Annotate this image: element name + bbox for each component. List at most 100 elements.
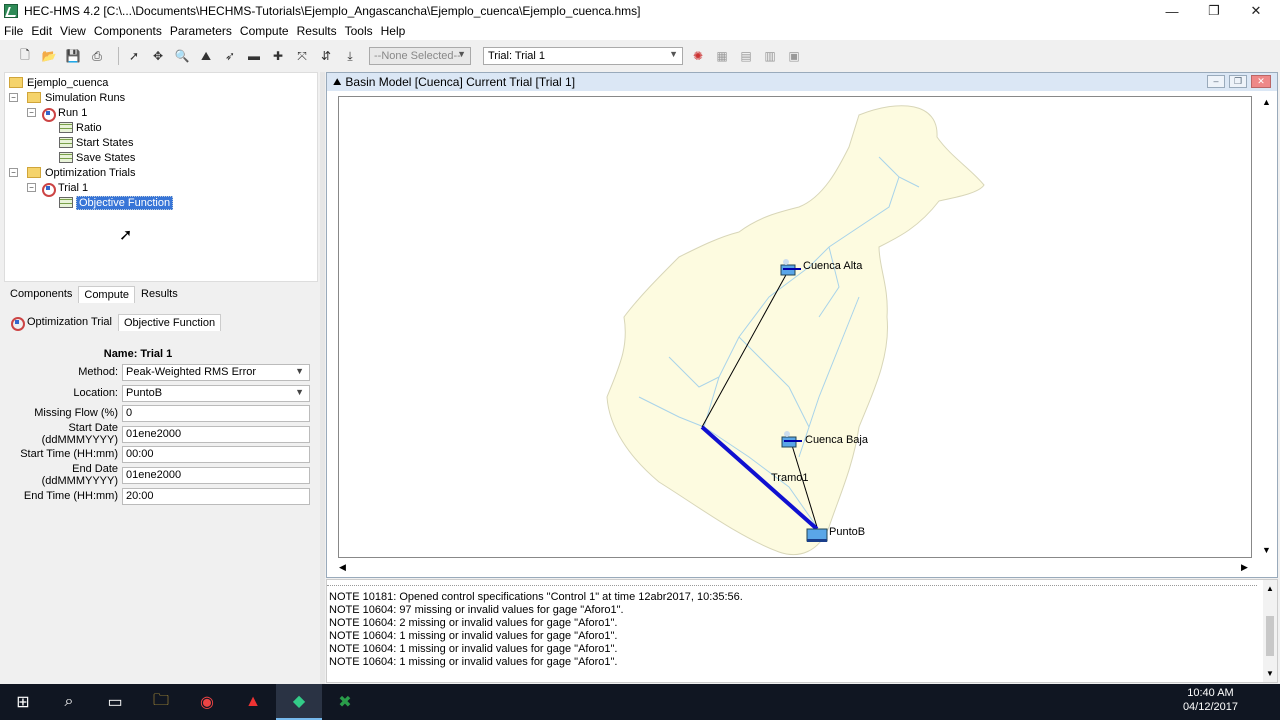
arrow-select-icon[interactable]: ➚: [125, 47, 143, 65]
pan-icon[interactable]: ✥: [149, 47, 167, 65]
start-time-field[interactable]: 00:00: [122, 445, 310, 463]
collapse-icon[interactable]: −: [27, 108, 36, 117]
tab-components[interactable]: Components: [4, 285, 78, 303]
menu-results[interactable]: Results: [293, 24, 341, 38]
tab-results[interactable]: Results: [135, 285, 184, 303]
tree-node-project[interactable]: Ejemplo_cuenca: [9, 75, 108, 90]
chrome-icon[interactable]: ◉: [184, 684, 230, 720]
log-scrollbar[interactable]: ▲ ▼: [1263, 580, 1277, 682]
title-bar: HEC-HMS 4.2 [C:\...\Documents\HECHMS-Tut…: [0, 0, 1280, 22]
scroll-up-icon[interactable]: ▲: [1262, 97, 1271, 107]
results-table-icon: ▥: [764, 49, 776, 63]
tab-compute[interactable]: Compute: [78, 285, 136, 303]
new-file-icon[interactable]: 🗋: [16, 47, 34, 65]
sink-tool-icon[interactable]: ⤓: [341, 47, 359, 65]
scroll-up-icon[interactable]: ▲: [1266, 584, 1274, 593]
reservoir-tool-icon[interactable]: ▬: [245, 47, 263, 65]
collapse-icon[interactable]: −: [27, 183, 36, 192]
trial-selector[interactable]: Trial: Trial 1 ▼: [483, 47, 683, 65]
scroll-thumb[interactable]: [1266, 616, 1274, 656]
menu-tools[interactable]: Tools: [341, 24, 377, 38]
pane-splitter[interactable]: [320, 72, 325, 684]
location-select[interactable]: PuntoB ▼: [122, 384, 310, 402]
scroll-down-icon[interactable]: ▼: [1266, 669, 1274, 678]
chevron-down-icon: ▼: [457, 49, 466, 59]
system-clock[interactable]: 10:40 AM 04/12/2017: [1183, 686, 1238, 714]
diversion-tool-icon[interactable]: ⤧: [293, 47, 311, 65]
reach-tool-icon[interactable]: ➶: [221, 47, 239, 65]
tree-label-trial1: Trial 1: [58, 181, 89, 194]
zoom-icon[interactable]: 🔍: [173, 47, 191, 65]
app-icon: [4, 4, 18, 18]
menu-compute[interactable]: Compute: [236, 24, 293, 38]
log-cut-line: [327, 580, 1257, 586]
tree-node-save-states[interactable]: Save States: [59, 150, 135, 165]
close-button[interactable]: ✕: [1236, 0, 1276, 22]
tab-objective-function[interactable]: Objective Function: [117, 313, 222, 331]
scroll-down-icon[interactable]: ▼: [1262, 545, 1271, 555]
collapse-icon[interactable]: −: [9, 168, 18, 177]
restore-button[interactable]: ❐: [1194, 0, 1234, 22]
tree-node-trial1[interactable]: Trial 1: [41, 180, 89, 197]
tree-node-objective-function[interactable]: Objective Function: [59, 195, 174, 210]
objective-function-editor: Name: Trial 1 Method: Peak-Weighted RMS …: [4, 334, 318, 684]
junction-tool-icon[interactable]: ✚: [269, 47, 287, 65]
compute-icon[interactable]: ✺: [689, 47, 707, 65]
start-time-row: Start Time (HH:mm) 00:00: [4, 444, 318, 464]
menu-components[interactable]: Components: [90, 24, 166, 38]
method-label: Method:: [78, 366, 118, 378]
mouse-cursor-icon: ➚: [119, 227, 133, 244]
tree-node-start-states[interactable]: Start States: [59, 135, 133, 150]
element-selector[interactable]: --None Selected-- ▼: [369, 47, 471, 65]
hec-hms-taskbar-icon[interactable]: ◆: [276, 684, 322, 720]
folder-icon: [27, 167, 41, 178]
open-folder-icon[interactable]: 📂: [40, 47, 58, 65]
scroll-left-icon[interactable]: ◀: [339, 562, 346, 573]
location-row: Location: PuntoB ▼: [4, 383, 318, 403]
basin-map-canvas[interactable]: Cuenca Alta Cuenca Baja Tramo1 PuntoB: [338, 96, 1252, 558]
tree-label-start-states: Start States: [76, 136, 134, 149]
task-view-icon[interactable]: ▭: [92, 684, 138, 720]
search-icon[interactable]: ⌕: [46, 684, 92, 720]
vertical-scrollbar[interactable]: ▲ ▼: [1259, 95, 1275, 561]
windows-start-icon[interactable]: ⊞: [0, 684, 46, 720]
scroll-right-icon[interactable]: ▶: [1241, 562, 1248, 573]
excel-icon[interactable]: ✖: [322, 684, 368, 720]
tree-node-optimization-trials[interactable]: Optimization Trials: [27, 165, 135, 180]
tree-label-objective-function: Objective Function: [76, 195, 174, 210]
print-icon[interactable]: ⎙: [88, 47, 106, 65]
clock-time: 10:40 AM: [1187, 687, 1234, 699]
collapse-icon[interactable]: −: [9, 93, 18, 102]
location-value: PuntoB: [126, 387, 163, 399]
minimize-button[interactable]: —: [1152, 0, 1192, 22]
file-explorer-icon[interactable]: 🗀: [138, 684, 184, 720]
menu-view[interactable]: View: [56, 24, 90, 38]
tree-label-run1: Run 1: [58, 106, 88, 119]
internal-maximize-button[interactable]: ❐: [1229, 75, 1247, 88]
acrobat-icon[interactable]: ▲: [230, 684, 276, 720]
internal-close-button[interactable]: ✕: [1251, 75, 1271, 88]
tree-node-simulation-runs[interactable]: Simulation Runs: [27, 90, 125, 105]
puntob-junction-icon[interactable]: [806, 528, 828, 542]
tree-node-ratio[interactable]: Ratio: [59, 120, 102, 135]
tree-node-run1[interactable]: Run 1: [41, 105, 88, 122]
end-time-row: End Time (HH:mm) 20:00: [4, 486, 318, 506]
tramo1-label: Tramo1: [771, 472, 809, 484]
start-date-field[interactable]: 01ene2000: [122, 425, 310, 443]
menu-help[interactable]: Help: [377, 24, 410, 38]
cuenca-alta-label: Cuenca Alta: [803, 260, 863, 272]
horizontal-scrollbar[interactable]: ◀ ▶: [327, 561, 1263, 577]
end-time-field[interactable]: 20:00: [122, 487, 310, 505]
clock-date: 04/12/2017: [1182, 701, 1238, 713]
method-select[interactable]: Peak-Weighted RMS Error ▼: [122, 363, 310, 381]
source-tool-icon[interactable]: ⇵: [317, 47, 335, 65]
end-date-field[interactable]: 01ene2000: [122, 466, 310, 484]
save-icon[interactable]: 💾: [64, 47, 82, 65]
menu-edit[interactable]: Edit: [27, 24, 56, 38]
tab-optimization-trial[interactable]: Optimization Trial: [4, 313, 118, 331]
subbasin-tool-icon[interactable]: ⛰: [197, 47, 215, 65]
menu-file[interactable]: File: [0, 24, 27, 38]
menu-parameters[interactable]: Parameters: [166, 24, 236, 38]
missing-flow-field[interactable]: 0: [122, 404, 310, 422]
internal-minimize-button[interactable]: –: [1207, 75, 1225, 88]
